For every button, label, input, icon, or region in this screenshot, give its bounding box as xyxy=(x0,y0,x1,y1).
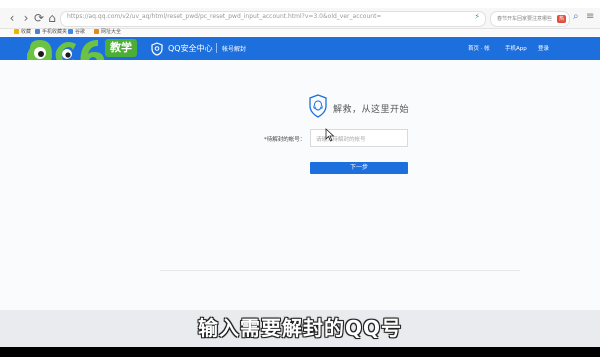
search-box[interactable]: 春节开车回家要注意哪些 热 xyxy=(490,11,570,27)
browser-toolbar: ‹ › ⟳ ⌂ https://aq.qq.com/v2/uv_aq/html/… xyxy=(0,8,600,29)
qq-shield-icon xyxy=(309,94,327,118)
hot-badge: 热 xyxy=(556,15,566,23)
caption-band: 输入需要解封的QQ号 xyxy=(0,310,600,347)
footer-divider xyxy=(160,270,520,271)
next-button[interactable]: 下一步 xyxy=(310,162,408,174)
main-content: 解救，从这里开始 *待解封的帐号： 请输入待解封的帐号 下一步 xyxy=(0,60,600,310)
bottom-bar xyxy=(0,347,600,357)
video-caption: 输入需要解封的QQ号 xyxy=(197,316,402,340)
star-icon xyxy=(14,29,19,34)
url-text: https://aq.qq.com/v2/uv_aq/html/reset_pw… xyxy=(67,13,382,20)
search-icon[interactable]: ⌕ xyxy=(573,11,579,22)
account-placeholder: 请输入待解封的帐号 xyxy=(316,137,366,143)
screen: ‹ › ⟳ ⌂ https://aq.qq.com/v2/uv_aq/html/… xyxy=(0,0,600,357)
nav-home-link[interactable]: 首页 · 帐 xyxy=(468,44,490,52)
divider xyxy=(216,43,217,53)
tutorial-badge: 教学 xyxy=(105,39,137,57)
site-title[interactable]: QQ安全中心 xyxy=(168,43,213,54)
nav-app-link[interactable]: 手机App xyxy=(505,44,527,52)
sub-title: 帐号解封 xyxy=(222,46,247,53)
account-label: *待解封的帐号： xyxy=(264,137,306,143)
home-icon[interactable]: ⌂ xyxy=(44,10,60,26)
menu-icon[interactable]: ≡ xyxy=(586,11,594,22)
address-bar[interactable]: https://aq.qq.com/v2/uv_aq/html/reset_pw… xyxy=(60,11,486,27)
shield-icon xyxy=(151,41,163,56)
page-heading: 解救，从这里开始 xyxy=(333,105,410,115)
secure-icon: ⚡ xyxy=(474,12,480,21)
search-placeholder: 春节开车回家要注意哪些 xyxy=(497,16,553,22)
nav-login-link[interactable]: 登录 xyxy=(538,44,549,52)
mouse-cursor-icon xyxy=(325,127,335,142)
